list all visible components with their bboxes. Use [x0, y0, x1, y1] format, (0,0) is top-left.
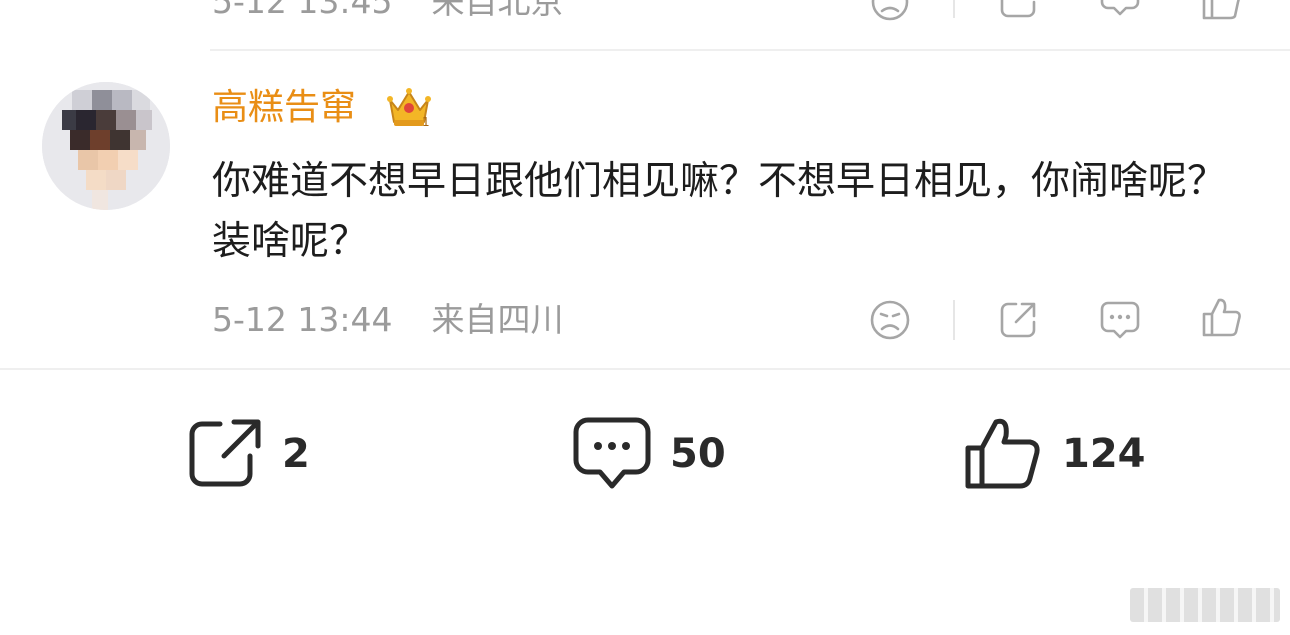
svg-text:1: 1	[422, 115, 430, 129]
reply-icon[interactable]	[1098, 298, 1142, 342]
crown-icon: 1	[386, 86, 432, 130]
dislike-icon[interactable]	[868, 298, 912, 342]
repost-count: 2	[282, 431, 310, 477]
previous-action-separator	[953, 0, 955, 18]
share-icon[interactable]	[996, 298, 1040, 342]
previous-comment-date: 5-12 13:45	[212, 0, 393, 21]
avatar[interactable]	[42, 82, 170, 210]
weibo-comment-page: 5-12 13:45 来自北京 高糕告窜 1 你难道不想早日跟他们相见嘛？不想早…	[0, 0, 1290, 635]
comment-button[interactable]	[572, 416, 652, 492]
previous-like-icon[interactable]	[1200, 0, 1244, 24]
comment-divider	[210, 49, 1290, 51]
previous-dislike-icon[interactable]	[868, 0, 912, 24]
watermark	[1130, 588, 1280, 622]
previous-reply-icon[interactable]	[1098, 0, 1142, 24]
comment-location: 来自四川	[431, 300, 564, 339]
previous-comment-location: 来自北京	[431, 0, 564, 21]
section-divider	[0, 368, 1290, 370]
action-separator	[953, 300, 955, 340]
repost-button[interactable]	[186, 416, 264, 492]
comment-date: 5-12 13:44	[212, 300, 393, 339]
comment-body: 你难道不想早日跟他们相见嘛？不想早日相见，你闹啥呢？装啥呢？	[212, 159, 1227, 264]
like-icon[interactable]	[1200, 296, 1244, 340]
like-button[interactable]	[964, 416, 1044, 492]
comment-count: 50	[670, 431, 726, 477]
comment-username[interactable]: 高糕告窜	[212, 86, 356, 130]
like-count: 124	[1062, 431, 1146, 477]
comment-meta: 5-12 13:44 来自四川	[212, 300, 564, 340]
previous-share-icon[interactable]	[996, 0, 1040, 24]
previous-comment-meta: 5-12 13:45 来自北京	[212, 0, 564, 22]
